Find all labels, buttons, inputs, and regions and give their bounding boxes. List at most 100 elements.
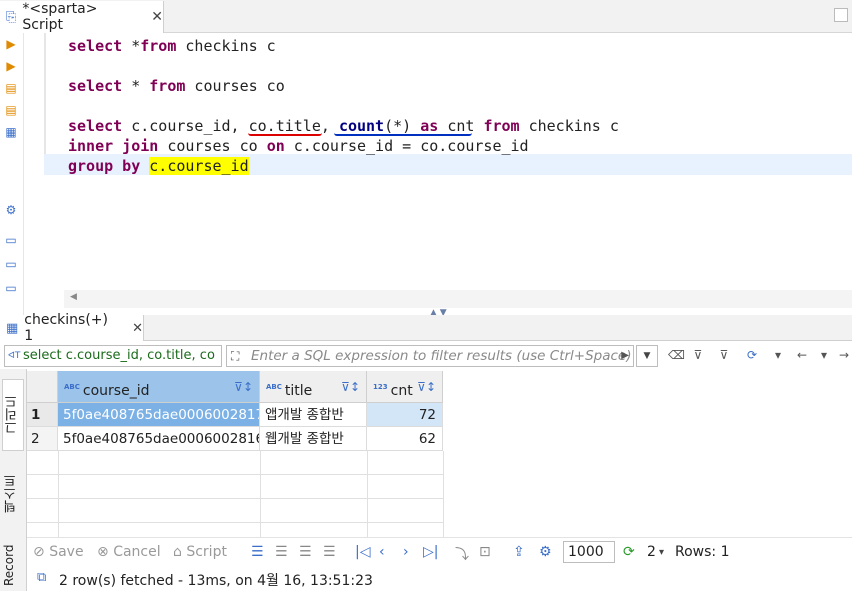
editor-side-toolbar: ▶ ▶ ▤ ▤ ▦ ⚙ ▭ ▭ ▭ — [0, 33, 24, 315]
sql-text-icon: ᐊT — [8, 351, 21, 361]
row-number-header — [27, 371, 58, 403]
status-bar: ⧉ 2 row(s) fetched - 13ms, on 4월 16, 13:… — [27, 567, 852, 591]
previous-page-icon[interactable]: ‹ — [379, 544, 385, 560]
apply-filter-icon[interactable]: ▶ — [621, 346, 629, 366]
panel-menu-icon[interactable]: ▾ — [770, 347, 786, 363]
table-cell[interactable]: 5f0ae408765dae0006002817 — [58, 403, 260, 427]
column-header-course-id[interactable]: ABC course_id ⊽↕ — [58, 371, 260, 403]
first-page-icon[interactable]: |◁ — [355, 544, 370, 560]
results-tab-bar: ▦ checkins(+) 1 ✕ — [0, 312, 852, 344]
save-label: Save — [49, 544, 84, 560]
delete-row-icon[interactable]: ☰ — [323, 544, 336, 560]
text-type-icon: ABC — [266, 383, 282, 391]
sort-filter-icon[interactable]: ⊽↕ — [341, 371, 360, 403]
table-cell[interactable]: 72 — [367, 403, 443, 427]
grid-line — [367, 451, 368, 537]
rows-count: Rows: 1 — [675, 544, 730, 560]
column-name: cnt — [390, 383, 413, 399]
filter-settings-icon[interactable]: ⊽ — [690, 347, 706, 363]
dropdown-icon[interactable]: ▾ — [816, 347, 832, 363]
sql-editor[interactable]: select *from checkins c select * from co… — [24, 33, 852, 288]
text-type-icon: ABC — [64, 383, 80, 391]
save-button[interactable]: ⊘ Save — [33, 544, 84, 560]
export-icon[interactable]: ▭ — [4, 233, 18, 247]
row-number[interactable]: 1 — [27, 403, 58, 427]
settings-gear-icon[interactable]: ⚙ — [4, 203, 18, 217]
fetch-size-input[interactable]: 1000 — [563, 541, 615, 563]
next-page-icon[interactable]: › — [403, 544, 409, 560]
editor-horizontal-scrollbar[interactable]: ◀ — [64, 290, 852, 308]
sql-line-5: group by c.course_id — [68, 157, 249, 175]
close-icon[interactable]: ✕ — [151, 9, 163, 25]
refresh-dropdown-icon[interactable]: ▾ — [659, 547, 664, 558]
filter-toolbar: ᐊT select c.course_id, co.title, co ⛶ En… — [0, 342, 852, 369]
filter-input[interactable]: ⛶ Enter a SQL expression to filter resul… — [226, 345, 634, 367]
back-icon[interactable]: ← — [794, 347, 810, 363]
sort-filter-icon[interactable]: ⊽↕ — [234, 371, 253, 403]
script-file-icon: ⎘ — [6, 9, 17, 25]
record-view-label: Record — [2, 544, 16, 586]
erase-filter-icon[interactable]: ⌫ — [668, 347, 685, 363]
editor-tab-title: *<sparta> Script — [22, 1, 98, 33]
results-tab-title: checkins(+) 1 — [24, 312, 108, 344]
text-view-label: 텍스트 — [4, 474, 19, 514]
table-cell[interactable]: 웹개발 종합반 — [260, 427, 367, 451]
cancel-button[interactable]: ⊗ Cancel — [97, 544, 161, 560]
column-header-title[interactable]: ABC title ⊽↕ — [260, 371, 367, 403]
maximize-button[interactable] — [834, 8, 848, 22]
table-cell[interactable]: 62 — [367, 427, 443, 451]
execute-statement-icon[interactable]: ▶ — [4, 37, 18, 51]
result-grid[interactable]: ABC course_id ⊽↕ ABC title ⊽↕ 123 cnt ⊽↕ 1 … — [27, 369, 852, 537]
column-name: title — [284, 383, 313, 399]
settings-gear-icon[interactable]: ⚙ — [539, 544, 552, 560]
grid-line — [443, 451, 444, 537]
grid-line — [58, 451, 59, 537]
format-sql-icon[interactable]: ▭ — [4, 281, 18, 295]
number-type-icon: 123 — [373, 383, 388, 391]
table-cell[interactable]: 앱개발 종합반 — [260, 403, 367, 427]
info-icon: ⧉ — [37, 570, 47, 585]
table-icon: ▦ — [6, 320, 19, 336]
last-page-icon[interactable]: ▷| — [423, 544, 438, 560]
refresh-count[interactable]: 2 — [647, 544, 656, 560]
scroll-left-icon[interactable]: ◀ — [70, 292, 77, 302]
fetch-next-icon[interactable]: ⤵ — [455, 544, 469, 564]
refresh-mode-icon[interactable]: ⟳ — [744, 347, 760, 363]
empty-row — [27, 451, 443, 475]
copy-row-icon[interactable]: ☰ — [299, 544, 312, 560]
results-bottom-toolbar: ⊘ Save ⊗ Cancel ⌂ Script ☰ ☰ ☰ ☰ |◁ ‹ › … — [27, 537, 852, 567]
refresh-icon[interactable]: ⟳ — [623, 544, 635, 560]
status-text: 2 row(s) fetched - 13ms, on 4월 16, 13:51… — [59, 573, 373, 589]
expand-icon: ⛶ — [231, 349, 240, 363]
sort-filter-icon[interactable]: ⊽↕ — [417, 371, 436, 403]
filter-placeholder: Enter a SQL expression to filter results… — [251, 348, 632, 364]
execute-script-tabs-icon[interactable]: ▤ — [4, 103, 18, 117]
forward-icon[interactable]: → — [836, 347, 852, 363]
edit-row-icon[interactable]: ☰ — [251, 544, 264, 560]
explain-plan-icon[interactable]: ▦ — [4, 125, 18, 139]
execute-script-icon[interactable]: ▤ — [4, 81, 18, 95]
record-view-tab[interactable]: Record — [2, 539, 24, 591]
column-header-cnt[interactable]: 123 cnt ⊽↕ — [367, 371, 443, 403]
close-icon[interactable]: ✕ — [132, 321, 143, 336]
table-cell[interactable]: 5f0ae408765dae0006002816 — [58, 427, 260, 451]
query-text-box[interactable]: ᐊT select c.course_id, co.title, co — [4, 345, 222, 367]
row-number[interactable]: 2 — [27, 427, 58, 451]
highlighted-text: c.course_id — [149, 157, 249, 175]
results-tab[interactable]: ▦ checkins(+) 1 ✕ — [0, 312, 144, 344]
query-text: select c.course_id, co.title, co — [23, 348, 215, 363]
execute-statement-new-tab-icon[interactable]: ▶ — [4, 59, 18, 73]
sql-line-2: select * from courses co — [68, 77, 285, 95]
load-script-icon[interactable]: ▭ — [4, 257, 18, 271]
text-view-tab[interactable]: 텍스트 — [2, 461, 24, 527]
script-button[interactable]: ⌂ Script — [173, 544, 227, 560]
editor-tab-bar: ⎘ *<sparta> Script ✕ — [0, 0, 852, 33]
filter-saved-icon[interactable]: ⊽ — [716, 347, 732, 363]
editor-tab[interactable]: ⎘ *<sparta> Script ✕ — [0, 1, 164, 33]
fetch-all-icon[interactable]: ⊡ — [479, 544, 491, 560]
column-name: course_id — [82, 383, 150, 399]
add-row-icon[interactable]: ☰ — [275, 544, 288, 560]
grid-view-tab[interactable]: 그리드 — [2, 379, 24, 451]
filter-history-dropdown[interactable]: ▼ — [636, 345, 658, 367]
export-data-icon[interactable]: ⇪ — [513, 544, 525, 560]
